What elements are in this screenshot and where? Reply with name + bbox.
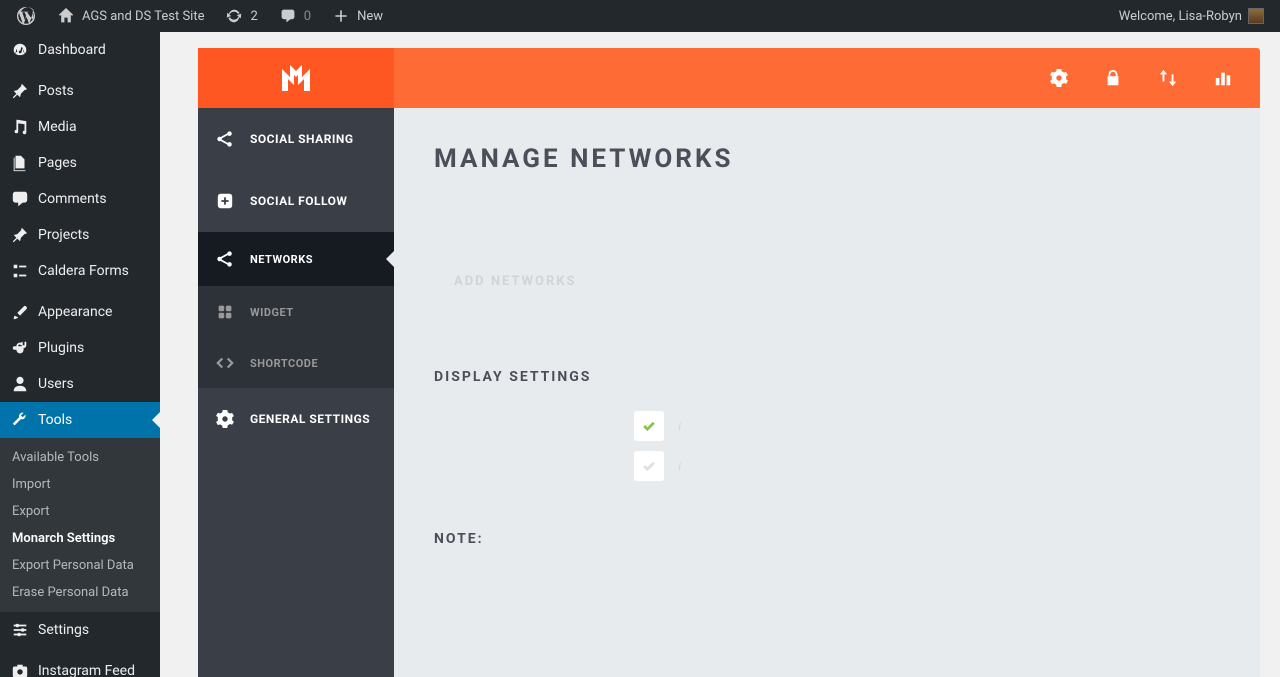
plus-box-icon — [216, 192, 234, 210]
side-general-settings[interactable]: GENERAL SETTINGS — [198, 388, 394, 450]
pin-icon — [10, 81, 30, 101]
menu-comments[interactable]: Comments — [0, 181, 160, 217]
header-stats-icon[interactable] — [1214, 69, 1232, 87]
brush-icon — [10, 302, 30, 322]
side-networks[interactable]: NETWORKS — [198, 232, 394, 286]
gear-icon — [216, 410, 234, 428]
add-networks-label[interactable]: ADD NETWORKS — [434, 274, 1220, 289]
plus-icon — [331, 6, 351, 26]
share-icon — [216, 130, 234, 148]
sliders-icon — [10, 620, 30, 640]
menu-settings[interactable]: Settings — [0, 612, 160, 648]
info-icon[interactable]: i — [678, 459, 681, 474]
submenu-available-tools[interactable]: Available Tools — [0, 444, 160, 471]
code-icon — [216, 356, 234, 370]
menu-users[interactable]: Users — [0, 366, 160, 402]
content-area: SOCIAL SHARING SOCIAL FOLLOW NETWORKS WI… — [160, 32, 1280, 677]
menu-dashboard[interactable]: Dashboard — [0, 32, 160, 68]
comments-count: 0 — [304, 9, 311, 24]
monarch-main: MANAGE NETWORKS ADD NETWORKS DISPLAY SET… — [394, 108, 1260, 677]
monarch-sidebar: SOCIAL SHARING SOCIAL FOLLOW NETWORKS WI… — [198, 108, 394, 677]
wrench-icon — [10, 410, 30, 430]
checkbox-1[interactable] — [634, 411, 664, 441]
monarch-panel: SOCIAL SHARING SOCIAL FOLLOW NETWORKS WI… — [198, 48, 1260, 677]
monarch-body: SOCIAL SHARING SOCIAL FOLLOW NETWORKS WI… — [198, 108, 1260, 677]
setting-row-1: i — [434, 411, 1220, 441]
menu-appearance[interactable]: Appearance — [0, 294, 160, 330]
menu-instagram-feed[interactable]: Instagram Feed — [0, 653, 160, 677]
new-link[interactable]: New — [323, 0, 391, 32]
header-gear-icon[interactable] — [1050, 69, 1068, 87]
monarch-header — [198, 48, 1260, 108]
header-import-export-icon[interactable] — [1158, 69, 1178, 87]
menu-posts[interactable]: Posts — [0, 73, 160, 109]
menu-caldera-forms[interactable]: Caldera Forms — [0, 253, 160, 289]
wp-admin-sidebar: Dashboard Posts Media Pages Comments Pro… — [0, 32, 160, 677]
side-social-sharing[interactable]: SOCIAL SHARING — [198, 108, 394, 170]
dashboard-icon — [10, 40, 30, 60]
menu-projects[interactable]: Projects — [0, 217, 160, 253]
menu-media[interactable]: Media — [0, 109, 160, 145]
note-heading: NOTE: — [434, 531, 1220, 547]
menu-pages[interactable]: Pages — [0, 145, 160, 181]
comments-link[interactable]: 0 — [270, 0, 319, 32]
pages-icon — [10, 153, 30, 173]
user-icon — [10, 374, 30, 394]
site-name-link[interactable]: AGS and DS Test Site — [48, 0, 212, 32]
checkbox-2[interactable] — [634, 451, 664, 481]
updates-icon — [224, 6, 244, 26]
menu-tools[interactable]: Tools — [0, 402, 160, 438]
monarch-logo-wrap — [198, 48, 394, 108]
page-title: MANAGE NETWORKS — [434, 144, 1220, 174]
avatar — [1248, 8, 1264, 24]
submenu-export-personal[interactable]: Export Personal Data — [0, 552, 160, 579]
admin-bar-right: Welcome, Lisa-Robyn — [1111, 0, 1272, 32]
pin-icon — [10, 225, 30, 245]
admin-bar-left: AGS and DS Test Site 2 0 New — [8, 0, 391, 32]
tools-submenu: Available Tools Import Export Monarch Se… — [0, 438, 160, 612]
side-shortcode[interactable]: SHORTCODE — [198, 338, 394, 388]
menu-plugins[interactable]: Plugins — [0, 330, 160, 366]
wp-admin-bar: AGS and DS Test Site 2 0 New Welcome, Li… — [0, 0, 1280, 32]
submenu-erase-personal[interactable]: Erase Personal Data — [0, 579, 160, 606]
welcome-label: Welcome, Lisa-Robyn — [1119, 9, 1242, 24]
new-label: New — [357, 9, 383, 24]
submenu-monarch-settings[interactable]: Monarch Settings — [0, 525, 160, 552]
share-icon — [216, 250, 234, 268]
my-account[interactable]: Welcome, Lisa-Robyn — [1111, 0, 1272, 32]
home-icon — [56, 6, 76, 26]
side-widget[interactable]: WIDGET — [198, 286, 394, 338]
submenu-import[interactable]: Import — [0, 471, 160, 498]
camera-icon — [10, 661, 30, 677]
grid-icon — [216, 304, 234, 320]
site-name-label: AGS and DS Test Site — [82, 9, 204, 24]
updates-link[interactable]: 2 — [216, 0, 265, 32]
media-icon — [10, 117, 30, 137]
display-settings-heading: DISPLAY SETTINGS — [434, 369, 1220, 385]
monarch-logo-icon — [282, 65, 310, 91]
wordpress-icon — [16, 6, 36, 26]
header-lock-icon[interactable] — [1104, 69, 1122, 87]
side-social-follow[interactable]: SOCIAL FOLLOW — [198, 170, 394, 232]
info-icon[interactable]: i — [678, 419, 681, 434]
updates-count: 2 — [250, 9, 257, 24]
form-icon — [10, 261, 30, 281]
submenu-export[interactable]: Export — [0, 498, 160, 525]
wp-logo[interactable] — [8, 0, 44, 32]
setting-row-2: i — [434, 451, 1220, 481]
plugin-icon — [10, 338, 30, 358]
comment-icon — [278, 6, 298, 26]
comments-icon — [10, 189, 30, 209]
monarch-header-actions — [1050, 69, 1260, 87]
